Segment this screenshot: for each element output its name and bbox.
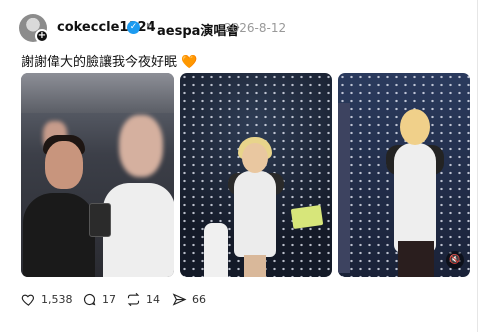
- share-count: 66: [192, 292, 206, 306]
- share-icon: [172, 292, 187, 306]
- share-button[interactable]: 66: [172, 290, 206, 308]
- post-caption: 謝謝偉大的臉讓我今夜好眠 🧡: [21, 51, 197, 70]
- fan-black-shirt: [23, 193, 95, 277]
- follow-plus-icon[interactable]: +: [35, 29, 49, 43]
- fan-sign: [290, 205, 324, 229]
- repost-count: 14: [146, 292, 160, 306]
- performer-shirt: [234, 171, 276, 257]
- stadium-crowd: [21, 73, 174, 113]
- repost-button[interactable]: 14: [126, 290, 160, 308]
- verified-badge-icon: ✓: [127, 21, 140, 34]
- mute-icon[interactable]: 🔇: [446, 251, 464, 269]
- comment-count: 17: [102, 292, 116, 306]
- orange-heart-icon: 🧡: [181, 55, 198, 70]
- photo-stage-performer[interactable]: [180, 73, 332, 277]
- fan-face: [45, 141, 83, 189]
- performer-skirt: [398, 241, 434, 277]
- post-date: 2026-8-12: [224, 21, 287, 35]
- performer-hair: [400, 109, 430, 145]
- community-separator-icon: ‣: [145, 19, 153, 34]
- post-card: + cokeccle1124 ✓ ‣ aespa演唱會 2026-8-12 謝謝…: [0, 0, 478, 332]
- like-count: 1,538: [41, 292, 73, 306]
- repost-icon: [127, 292, 140, 306]
- backup-dancer: [204, 223, 228, 277]
- heart-icon: [21, 294, 34, 306]
- caption-text: 謝謝偉大的臉讓我今夜好眠: [21, 55, 178, 70]
- performer-legs: [244, 255, 266, 277]
- fan-white-shirt: [103, 183, 174, 277]
- performer-face: [242, 143, 268, 173]
- performer-shirt: [394, 143, 436, 253]
- username[interactable]: cokeccle1124: [57, 20, 156, 35]
- photo-performer-closeup[interactable]: 🔇: [338, 73, 470, 277]
- blurred-face: [119, 115, 163, 177]
- comment-icon: [83, 293, 96, 305]
- photo-card: [89, 203, 111, 237]
- like-button[interactable]: 1,538: [21, 290, 73, 308]
- side-figure: [338, 103, 350, 273]
- photo-fans-selfie[interactable]: [21, 73, 174, 277]
- comment-button[interactable]: 17: [82, 290, 116, 308]
